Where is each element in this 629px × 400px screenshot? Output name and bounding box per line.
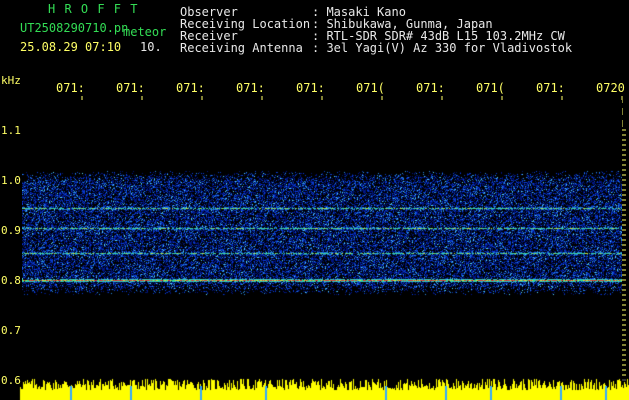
spectrogram-plot	[22, 100, 622, 400]
signal-level-strip	[0, 378, 629, 400]
